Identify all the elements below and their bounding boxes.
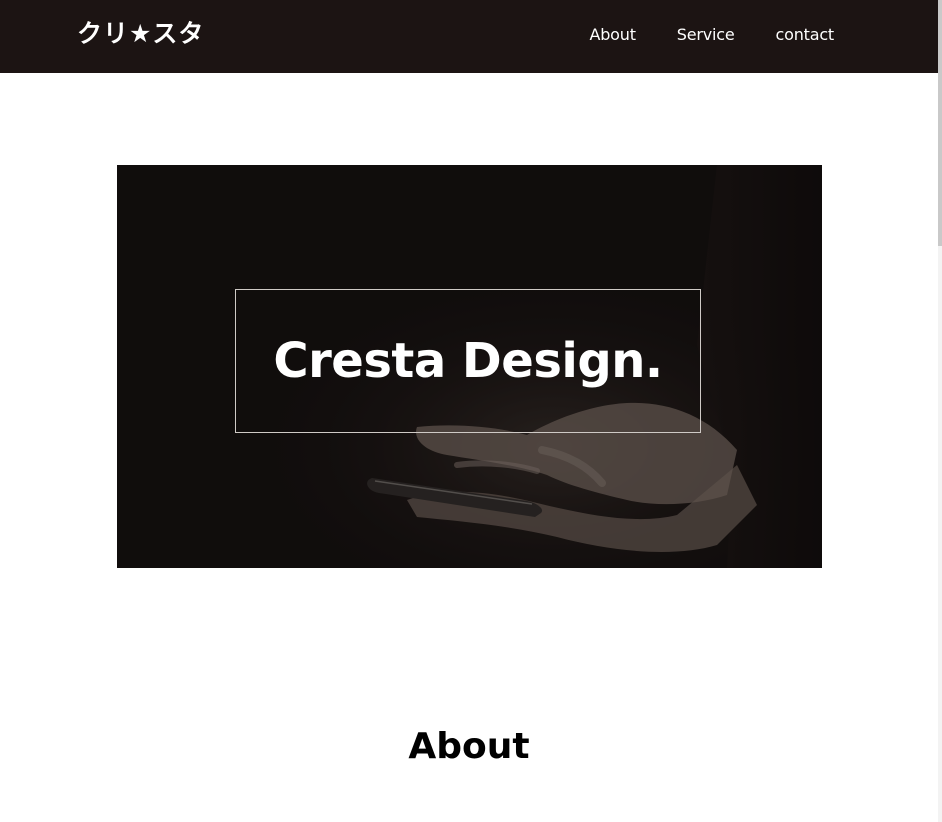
nav-link-about[interactable]: About (589, 24, 636, 46)
hero-title-frame: Cresta Design. (235, 289, 701, 433)
page: クリ★スタ About Service contact Cresta Desig… (0, 0, 942, 822)
site-header: クリ★スタ About Service contact (0, 0, 938, 73)
site-logo[interactable]: クリ★スタ (77, 17, 204, 51)
nav-link-contact[interactable]: contact (776, 24, 835, 46)
page-scrollbar[interactable] (938, 0, 942, 822)
about-section-title: About (408, 725, 530, 767)
nav-link-service[interactable]: Service (677, 24, 735, 46)
scrollbar-thumb[interactable] (938, 0, 942, 246)
main-nav: About Service contact (589, 24, 834, 46)
hero-banner: Cresta Design. (117, 165, 822, 568)
hero-title: Cresta Design. (273, 333, 663, 389)
